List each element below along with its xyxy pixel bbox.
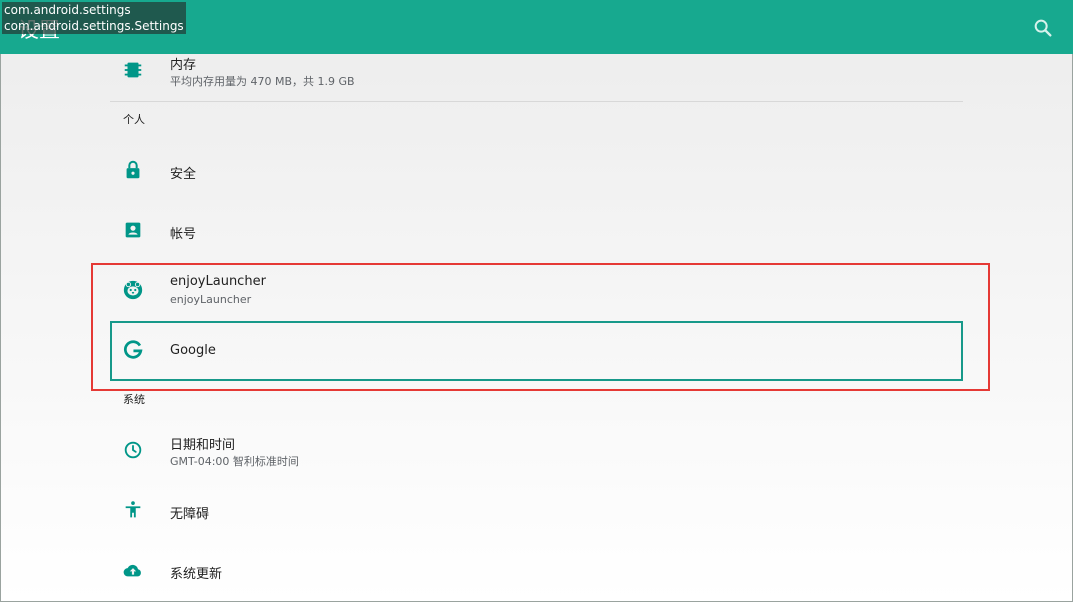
settings-item-memory[interactable]: 内存 平均内存用量为 470 MB，共 1.9 GB bbox=[110, 41, 963, 101]
settings-item-title: 系统更新 bbox=[170, 567, 223, 582]
settings-item-title: 日期和时间 bbox=[170, 438, 236, 453]
highlight-inner-box bbox=[110, 321, 963, 381]
debug-package-name: com.android.settings bbox=[4, 3, 131, 17]
settings-item-security[interactable]: 安全 bbox=[110, 141, 963, 201]
settings-item-title: 帐号 bbox=[170, 227, 197, 242]
settings-item-date-time[interactable]: 日期和时间 GMT-04:00 智利标准时间 bbox=[110, 421, 963, 481]
divider bbox=[110, 101, 963, 102]
settings-item-accessibility[interactable]: 无障碍 bbox=[110, 481, 963, 541]
cloud-upload-icon bbox=[122, 559, 144, 581]
settings-item-system-update[interactable]: 系统更新 bbox=[110, 541, 963, 601]
account-box-icon bbox=[122, 219, 144, 241]
lock-icon bbox=[122, 159, 144, 181]
settings-item-title: 内存 bbox=[170, 58, 197, 73]
section-header-personal: 个人 bbox=[123, 113, 145, 126]
settings-item-summary: 平均内存用量为 470 MB，共 1.9 GB bbox=[170, 75, 355, 88]
settings-item-accounts[interactable]: 帐号 bbox=[110, 201, 963, 261]
memory-chip-icon bbox=[122, 59, 144, 81]
settings-item-title: 安全 bbox=[170, 167, 197, 182]
clock-icon bbox=[122, 439, 144, 461]
accessibility-icon bbox=[122, 499, 144, 521]
debug-activity-overlay: com.android.settings com.android.setting… bbox=[2, 2, 186, 34]
debug-activity-name: com.android.settings.Settings bbox=[4, 19, 184, 33]
settings-item-title: 无障碍 bbox=[170, 507, 210, 522]
section-header-system: 系统 bbox=[123, 393, 145, 406]
settings-item-summary: GMT-04:00 智利标准时间 bbox=[170, 455, 299, 468]
search-icon[interactable] bbox=[1032, 17, 1054, 39]
